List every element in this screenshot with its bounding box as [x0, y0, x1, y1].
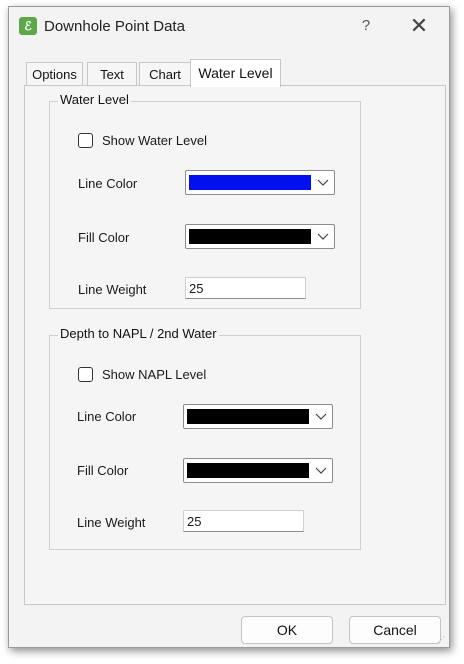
show-water-level-label: Show Water Level — [102, 133, 208, 148]
water-line-color-swatch — [189, 175, 311, 190]
water-fill-color-swatch — [189, 229, 311, 244]
show-napl-level-label: Show NAPL Level — [102, 367, 207, 382]
close-button[interactable]: ✕ — [407, 16, 431, 40]
napl-line-weight-label: Line Weight — [77, 515, 146, 530]
cancel-button[interactable]: Cancel — [349, 616, 441, 644]
water-fill-color-label: Fill Color — [78, 230, 130, 245]
dialog-window: ℰ Downhole Point Data ? ✕ Options Text C… — [8, 6, 450, 648]
chevron-down-icon — [317, 233, 329, 240]
water-line-weight-input[interactable]: 25 — [185, 277, 306, 299]
chevron-down-icon — [315, 467, 327, 474]
tab-text[interactable]: Text — [87, 62, 137, 86]
napl-line-color-dropdown[interactable] — [183, 404, 333, 429]
napl-line-color-label: Line Color — [77, 409, 137, 424]
ok-button[interactable]: OK — [241, 616, 333, 644]
napl-fill-color-dropdown[interactable] — [183, 458, 333, 483]
chevron-down-icon — [315, 413, 327, 420]
napl-line-color-swatch — [187, 409, 309, 424]
tab-water-level[interactable]: Water Level — [190, 59, 281, 87]
water-line-color-label: Line Color — [78, 176, 138, 191]
water-level-group-title: Water Level — [58, 92, 131, 107]
title-bar: ℰ Downhole Point Data ? ✕ — [9, 7, 449, 47]
napl-fill-color-swatch — [187, 463, 309, 478]
napl-fill-color-label: Fill Color — [77, 463, 129, 478]
water-level-group: Water Level Show Water Level Line Color … — [49, 92, 361, 309]
napl-line-weight-input[interactable]: 25 — [183, 510, 304, 532]
napl-group-title: Depth to NAPL / 2nd Water — [58, 326, 219, 341]
tab-chart[interactable]: Chart — [139, 62, 191, 86]
chevron-down-icon — [317, 179, 329, 186]
tab-options[interactable]: Options — [26, 62, 83, 86]
napl-group: Depth to NAPL / 2nd Water Show NAPL Leve… — [49, 326, 361, 550]
checkbox-box[interactable] — [78, 133, 93, 148]
resize-grip[interactable]: ⋰ — [437, 635, 447, 645]
window-title: Downhole Point Data — [44, 18, 185, 35]
water-line-color-dropdown[interactable] — [185, 170, 335, 195]
water-fill-color-dropdown[interactable] — [185, 224, 335, 249]
checkbox-box[interactable] — [78, 367, 93, 382]
water-line-weight-label: Line Weight — [78, 282, 147, 297]
show-napl-level-checkbox[interactable]: Show NAPL Level — [78, 367, 206, 382]
help-button[interactable]: ? — [358, 17, 374, 37]
tab-panel: Water Level Show Water Level Line Color … — [24, 85, 446, 605]
show-water-level-checkbox[interactable]: Show Water Level — [78, 133, 207, 148]
app-icon: ℰ — [19, 17, 37, 35]
